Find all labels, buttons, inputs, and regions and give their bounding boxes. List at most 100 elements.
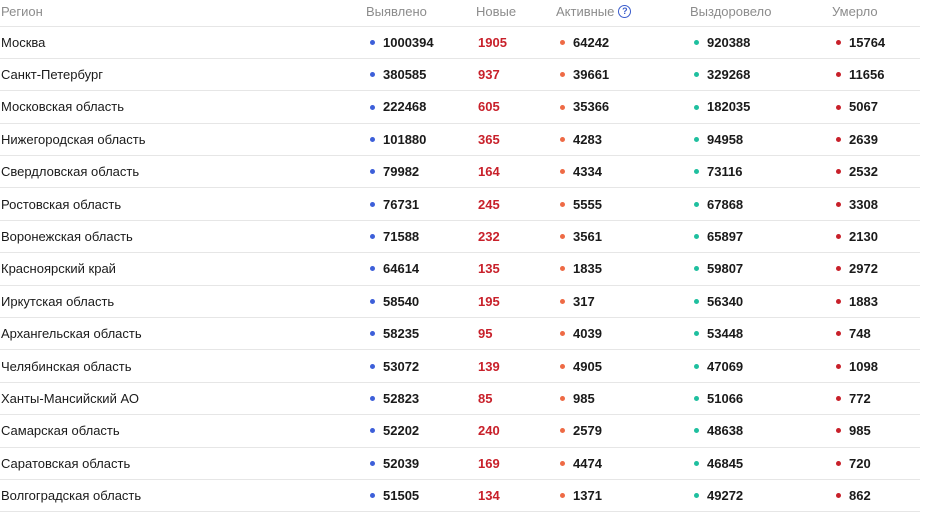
new-cell: 135 — [476, 252, 556, 286]
active-cell: 35366 — [556, 90, 690, 124]
recovered-value: 67868 — [707, 196, 744, 212]
table-row[interactable]: Ростовская область 76731 245 5555 67868 3308 — [0, 187, 920, 221]
died-cell: 862 — [832, 479, 920, 513]
region-cell: Ханты-Мансийский АО — [0, 382, 366, 416]
header-detected-label: Выявлено — [366, 4, 427, 19]
table-row[interactable]: Самарская область 52202 240 2579 48638 985 — [0, 414, 920, 448]
header-region[interactable]: Регион — [0, 0, 366, 27]
detected-value: 52202 — [383, 423, 420, 439]
header-recovered[interactable]: Выздоровело — [690, 0, 832, 27]
recovered-value: 73116 — [707, 164, 743, 180]
recovered-value: 53448 — [707, 326, 744, 342]
recovered-value: 59807 — [707, 261, 744, 277]
detected-dot-icon — [370, 234, 375, 240]
died-dot-icon — [836, 104, 841, 110]
header-died-label: Умерло — [832, 4, 878, 19]
table-row[interactable]: Иркутская область 58540 195 317 56340 1883 — [0, 285, 920, 319]
detected-value: 52823 — [383, 390, 420, 406]
active-cell: 4905 — [556, 349, 690, 383]
table-row[interactable]: Красноярский край 64614 135 1835 59807 2972 — [0, 252, 920, 286]
active-dot-icon — [560, 396, 565, 402]
detected-cell: 58540 — [366, 285, 476, 319]
header-detected[interactable]: Выявлено — [366, 0, 476, 27]
recovered-cell: 73116 — [690, 155, 832, 189]
died-value: 15764 — [849, 34, 886, 50]
died-dot-icon — [836, 266, 841, 272]
table-row[interactable]: Воронежская область 71588 232 3561 65897 2130 — [0, 220, 920, 254]
active-cell: 4474 — [556, 447, 690, 480]
recovered-cell: 329268 — [690, 58, 832, 92]
detected-value: 53072 — [383, 358, 420, 374]
table-row[interactable]: Ханты-Мансийский АО 52823 85 985 51066 772 — [0, 382, 920, 416]
detected-cell: 52039 — [366, 447, 476, 480]
header-died[interactable]: Умерло — [832, 0, 920, 27]
active-value: 4283 — [573, 131, 602, 147]
table-row[interactable]: Московская область 222468 605 35366 182035 50… — [0, 90, 920, 124]
died-value: 1098 — [849, 358, 878, 374]
detected-cell: 51505 — [366, 479, 476, 513]
died-dot-icon — [836, 136, 841, 142]
table-row[interactable]: Нижегородская область 101880 365 4283 94958 2… — [0, 123, 920, 157]
table-row[interactable]: Санкт-Петербург 380585 937 39661 329268 11656 — [0, 58, 920, 92]
died-cell: 5067 — [832, 90, 920, 124]
recovered-dot-icon — [694, 169, 699, 175]
active-dot-icon — [560, 493, 565, 499]
region-cell: Воронежская область — [0, 220, 366, 254]
recovered-cell: 47069 — [690, 349, 832, 383]
new-cell: 605 — [476, 90, 556, 124]
active-cell: 4334 — [556, 155, 690, 189]
died-value: 1883 — [849, 293, 878, 309]
died-cell: 2972 — [832, 252, 920, 286]
recovered-cell: 49272 — [690, 479, 832, 513]
active-value: 4039 — [573, 326, 602, 342]
active-cell: 64242 — [556, 26, 690, 59]
recovered-value: 48638 — [707, 423, 744, 439]
region-cell: Иркутская область — [0, 285, 366, 319]
table-row[interactable]: Москва 1000394 1905 64242 920388 15764 — [0, 26, 920, 59]
died-cell: 1883 — [832, 285, 920, 319]
died-cell: 11656 — [832, 58, 920, 92]
detected-cell: 52823 — [366, 382, 476, 416]
header-new[interactable]: Новые — [476, 0, 556, 27]
table-row[interactable]: Челябинская область 53072 139 4905 47069 1098 — [0, 349, 920, 383]
active-dot-icon — [560, 266, 565, 272]
region-cell: Санкт-Петербург — [0, 58, 366, 92]
region-cell: Самарская область — [0, 414, 366, 448]
recovered-value: 51066 — [707, 390, 744, 406]
detected-cell: 64614 — [366, 252, 476, 286]
died-cell: 2130 — [832, 220, 920, 254]
died-cell: 748 — [832, 317, 920, 351]
recovered-value: 49272 — [707, 488, 744, 504]
new-cell: 95 — [476, 317, 556, 351]
died-value: 720 — [849, 455, 871, 471]
active-value: 2579 — [573, 423, 602, 439]
new-cell: 169 — [476, 447, 556, 480]
active-cell: 1371 — [556, 479, 690, 513]
table-row[interactable]: Свердловская область 79982 164 4334 73116 253… — [0, 155, 920, 189]
died-value: 5067 — [849, 99, 878, 115]
active-cell: 1835 — [556, 252, 690, 286]
recovered-value: 46845 — [707, 455, 744, 471]
active-value: 1371 — [573, 488, 602, 504]
active-value: 5555 — [573, 196, 602, 212]
region-cell: Московская область — [0, 90, 366, 124]
table-row[interactable]: Архангельская область 58235 95 4039 53448 748 — [0, 317, 920, 351]
died-dot-icon — [836, 460, 841, 466]
active-cell: 4283 — [556, 123, 690, 157]
region-cell: Архангельская область — [0, 317, 366, 351]
detected-value: 380585 — [383, 67, 427, 83]
question-circle-icon[interactable]: ? — [618, 5, 632, 19]
died-dot-icon — [836, 234, 841, 240]
recovered-dot-icon — [694, 396, 699, 402]
table-row[interactable]: Саратовская область 52039 169 4474 46845 720 — [0, 447, 920, 480]
recovered-dot-icon — [694, 298, 699, 304]
detected-cell: 79982 — [366, 155, 476, 189]
recovered-cell: 67868 — [690, 187, 832, 221]
detected-value: 58540 — [383, 293, 420, 309]
died-dot-icon — [836, 428, 841, 434]
died-dot-icon — [836, 72, 841, 78]
recovered-cell: 48638 — [690, 414, 832, 448]
header-active[interactable]: Активные? — [556, 0, 690, 27]
detected-cell: 58235 — [366, 317, 476, 351]
table-row[interactable]: Волгоградская область 51505 134 1371 49272 86… — [0, 479, 920, 513]
